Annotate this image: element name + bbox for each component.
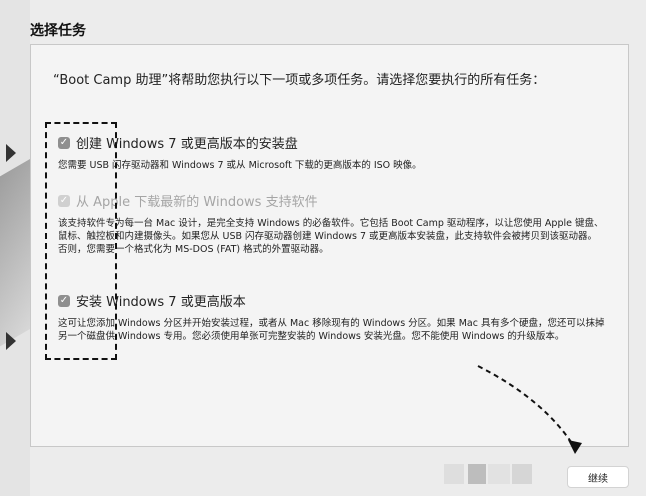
checkmark-icon: ✓	[59, 136, 69, 148]
arrow-right-icon	[6, 144, 16, 162]
blurred-button	[512, 464, 532, 484]
arrow-right-icon	[6, 332, 16, 350]
checkbox-install-windows[interactable]: ✓	[58, 294, 70, 307]
option-create-install-disk: ✓ 创建 Windows 7 或更高版本的安装盘 您需要 USB 闪存驱动器和 …	[58, 133, 618, 172]
option-description: 您需要 USB 闪存驱动器和 Windows 7 或从 Microsoft 下载…	[58, 160, 422, 171]
option-description: 该支持软件专为每一台 Mac 设计，是完全支持 Windows 的必备软件。它包…	[58, 218, 604, 255]
option-install-windows: ✓ 安装 Windows 7 或更高版本 这可让您添加 Windows 分区并开…	[58, 291, 618, 343]
option-label[interactable]: 创建 Windows 7 或更高版本的安装盘	[76, 133, 298, 152]
option-download-support-software: ✓ 从 Apple 下载最新的 Windows 支持软件 该支持软件专为每一台 …	[58, 191, 618, 256]
intro-text: “Boot Camp 助理”将帮助您执行以下一项或多项任务。请选择您要执行的所有…	[53, 73, 546, 88]
page-title: 选择任务	[30, 23, 86, 39]
option-description: 这可让您添加 Windows 分区并开始安装过程，或者从 Mac 移除现有的 W…	[58, 318, 605, 342]
continue-button[interactable]: 继续	[567, 466, 629, 488]
bootcamp-logo-art	[0, 130, 30, 390]
task-panel: “Boot Camp 助理”将帮助您执行以下一项或多项任务。请选择您要执行的所有…	[30, 44, 629, 447]
checkbox-create-install-disk[interactable]: ✓	[58, 136, 70, 149]
checkmark-icon: ✓	[59, 294, 69, 306]
blurred-button	[468, 464, 486, 484]
checkbox-download-support-software: ✓	[58, 194, 70, 207]
blurred-button	[444, 464, 464, 484]
blurred-button	[488, 464, 510, 484]
checkmark-icon: ✓	[59, 194, 69, 206]
option-label: 从 Apple 下载最新的 Windows 支持软件	[76, 195, 318, 210]
option-label[interactable]: 安装 Windows 7 或更高版本	[76, 291, 246, 310]
